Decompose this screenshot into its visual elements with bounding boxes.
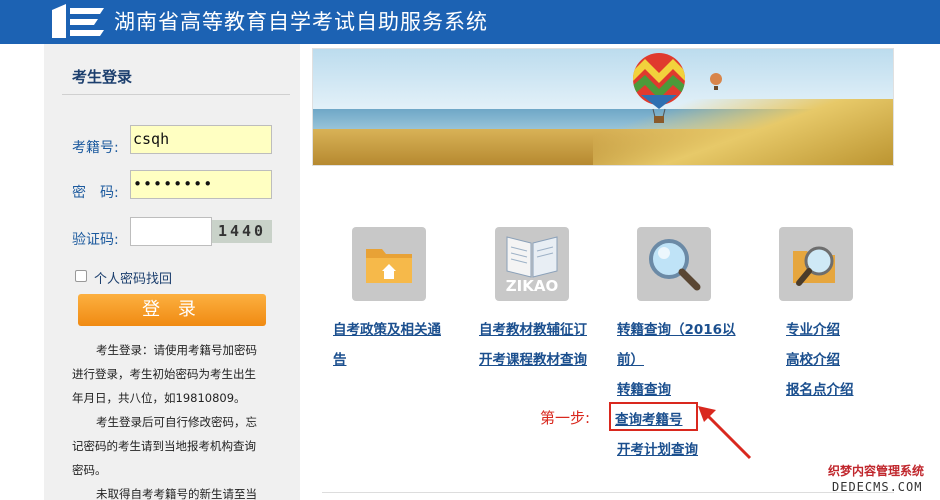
link-school-intro[interactable]: 高校介绍 [786,348,840,368]
policy-icon-tile[interactable] [352,227,426,301]
transfer-query-icon-tile[interactable] [637,227,711,301]
hot-air-balloon-icon [633,53,685,123]
link-transfer-query[interactable]: 转籍查询 [617,378,671,398]
login-button[interactable]: 登 录 [78,294,266,326]
login-note-line: 记密码的考生请到当地报考机构查询 [72,439,256,453]
captcha-label: 验证码: [72,232,119,248]
login-note-line: 密码。 [72,463,107,477]
site-title: 湖南省高等教育自学考试自助服务系统 [114,10,488,34]
school-intro-icon-tile[interactable] [779,227,853,301]
link-policy[interactable]: 自考政策及相关通 [333,318,441,338]
folder-home-icon [366,249,412,283]
watermark: 织梦内容管理系统 DEDECMS.COM [828,462,940,500]
password-label: 密 码: [72,185,119,201]
password-recovery-checkbox[interactable] [75,270,87,282]
textbook-icon-tile[interactable]: ZIKAO [495,227,569,301]
link-transfer-query-2016[interactable]: 转籍查询（2016以 [617,318,736,338]
header-bar: 湖南省高等教育自学考试自助服务系统 [0,0,940,44]
login-note-line: 年月日，共八位，如19810809。 [72,391,246,405]
login-divider [62,94,290,95]
link-major-intro[interactable]: 专业介绍 [786,318,840,338]
link-registration-point-intro[interactable]: 报名点介绍 [786,378,854,398]
magnifier-icon [649,239,701,291]
login-note-line: 进行登录，考生初始密码为考生出生 [72,367,256,381]
annotation-arrow-icon [698,406,752,460]
login-title: 考生登录 [72,68,133,86]
link-transfer-query-2016-cont[interactable]: 前） [617,348,644,368]
link-course-textbook-query[interactable]: 开考课程教材查询 [479,348,587,368]
exam-id-label: 考籍号: [72,140,119,156]
exam-id-input[interactable]: csqh [130,125,272,154]
password-recovery-label[interactable]: 个人密码找回 [94,268,172,287]
captcha-image[interactable]: 1440 [212,220,272,243]
bottom-divider [322,492,894,493]
link-exam-plan-query[interactable]: 开考计划查询 [617,438,698,458]
link-textbook-order[interactable]: 自考教材教辅征订 [479,318,587,338]
login-note-line: 考生登录：请使用考籍号加密码 [96,343,257,357]
banner-image [312,48,894,166]
password-input[interactable]: •••••••• [130,170,272,199]
small-balloon-icon [710,73,722,90]
login-note-line: 考生登录后可自行修改密码，忘 [96,415,257,429]
zikao-label: ZIKAO [505,277,559,295]
watermark-line2: DEDECMS.COM [832,480,923,494]
search-folder-icon [793,246,835,286]
logo-icon [52,4,104,38]
captcha-input[interactable] [130,217,212,246]
login-panel: 考生登录 考籍号: csqh 密 码: •••••••• 验证码: 1440 个… [44,44,300,500]
step-one-label: 第一步: [540,409,591,427]
watermark-line1: 织梦内容管理系统 [828,464,925,478]
link-policy-cont[interactable]: 告 [333,348,347,368]
page: 湖南省高等教育自学考试自助服务系统 考生登录 考籍号: csqh 密 码: ••… [0,0,940,500]
login-note-line: 未取得自考考籍号的新生请至当 [96,487,257,500]
highlight-box [609,402,698,431]
